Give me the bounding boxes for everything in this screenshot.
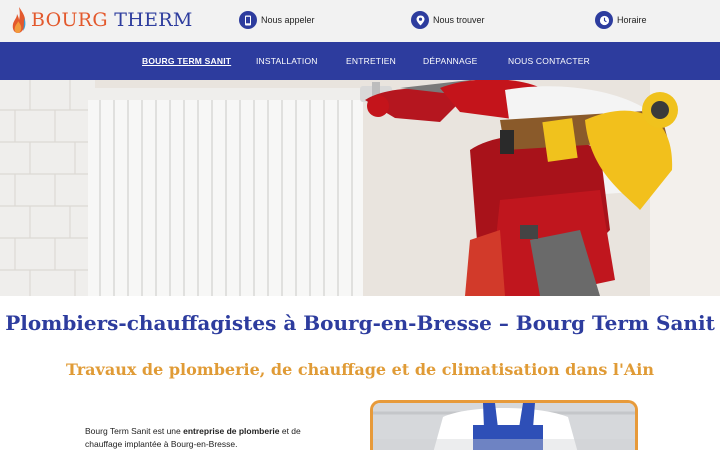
logo-text: BOURG THERM	[31, 9, 193, 31]
contact-find[interactable]: Nous trouver	[411, 11, 485, 29]
logo-word-bourg: BOURG	[31, 9, 108, 31]
contact-hours[interactable]: Horaire	[595, 11, 647, 29]
main-nav: BOURG TERM SANIT INSTALLATION ENTRETIEN …	[0, 42, 720, 80]
site-logo[interactable]: BOURG THERM	[11, 4, 193, 36]
plumber-radiator-illustration	[0, 80, 720, 296]
location-pin-icon	[411, 11, 429, 29]
phone-icon	[239, 11, 257, 29]
nav-item-installation[interactable]: INSTALLATION	[256, 56, 318, 66]
contact-call-label: Nous appeler	[261, 15, 315, 25]
nav-item-depannage[interactable]: DÉPANNAGE	[423, 56, 478, 66]
hero-image	[0, 80, 720, 296]
nav-item-bourg-term-sanit[interactable]: BOURG TERM SANIT	[142, 56, 231, 66]
contact-call[interactable]: Nous appeler	[239, 11, 315, 29]
intro-text-start: Bourg Term Sanit est une	[85, 426, 184, 436]
page-subtitle: Travaux de plomberie, de chauffage et de…	[65, 360, 655, 379]
page-title: Plombiers-chauffagistes à Bourg-en-Bress…	[5, 311, 715, 335]
clock-icon	[595, 11, 613, 29]
nav-item-entretien[interactable]: ENTRETIEN	[346, 56, 396, 66]
plumber-photo	[370, 400, 638, 450]
contact-find-label: Nous trouver	[433, 15, 485, 25]
intro-paragraph: Bourg Term Sanit est une entreprise de p…	[85, 425, 320, 450]
logo-word-therm: THERM	[114, 9, 193, 31]
plumber-overalls-image	[373, 403, 635, 450]
top-bar: BOURG THERM Nous appeler Nous trouver Ho…	[0, 0, 720, 42]
nav-item-contact[interactable]: NOUS CONTACTER	[508, 56, 590, 66]
intro-text-bold: entreprise de plomberie	[183, 426, 280, 436]
contact-hours-label: Horaire	[617, 15, 647, 25]
flame-icon	[12, 7, 26, 33]
